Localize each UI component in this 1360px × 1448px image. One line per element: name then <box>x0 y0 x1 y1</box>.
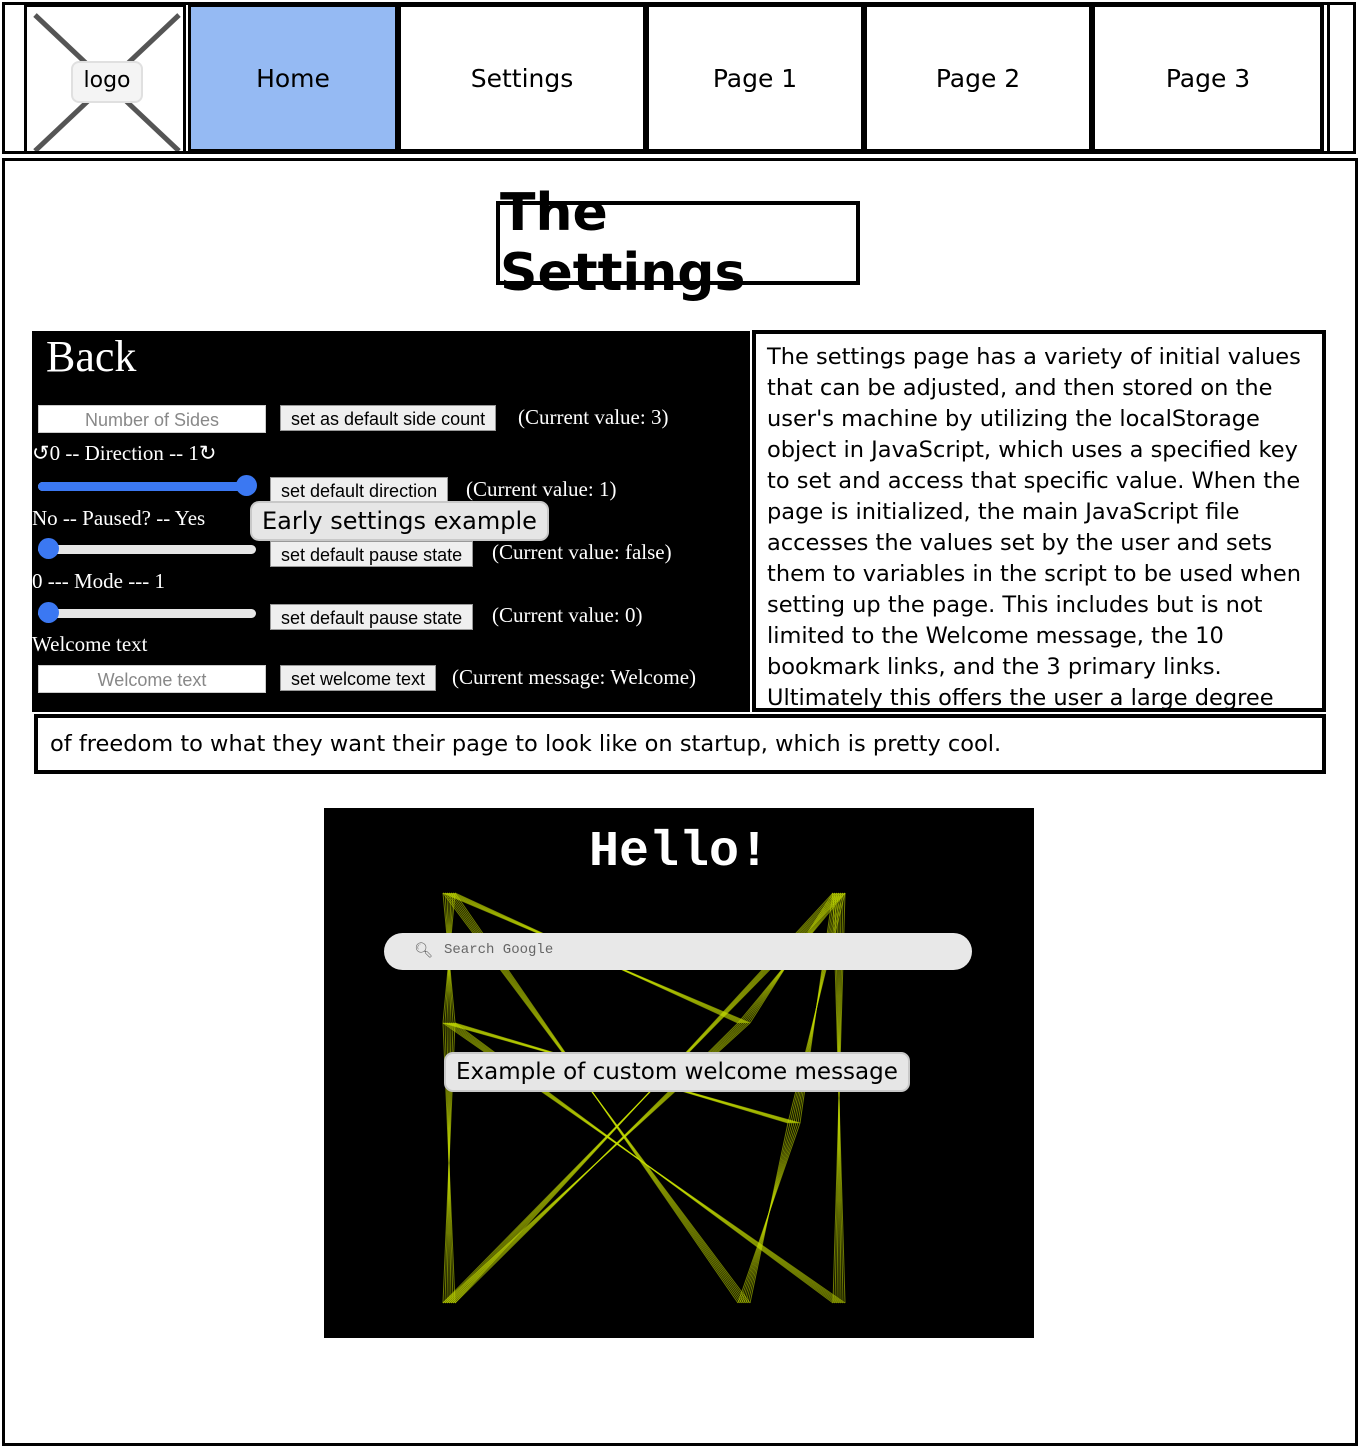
slider-thumb[interactable] <box>38 602 59 623</box>
search-placeholder: Search Google <box>444 942 554 958</box>
search-icon: 🔍︎ <box>414 941 434 959</box>
welcome-input[interactable]: Welcome text <box>38 665 266 693</box>
sides-input[interactable]: Number of Sides <box>38 405 266 433</box>
nav-settings[interactable]: Settings <box>398 4 646 152</box>
welcome-current: (Current message: Welcome) <box>452 665 697 689</box>
page-title: The Settings <box>496 183 860 303</box>
nav-page-3[interactable]: Page 3 <box>1092 4 1324 152</box>
search-bar[interactable]: 🔍︎ Search Google <box>384 933 972 970</box>
back-link[interactable]: Back <box>46 331 136 382</box>
settings-screenshot: Back Number of Sides set as default side… <box>32 331 750 712</box>
mode-label: 0 --- Mode --- 1 <box>32 569 165 593</box>
set-pause-button[interactable]: set default pause state <box>270 541 474 567</box>
description-text-continued: of freedom to what they want their page … <box>34 714 1326 774</box>
nav-edge <box>1320 4 1330 152</box>
mode-slider[interactable] <box>38 602 256 624</box>
welcome-screenshot: Hello! 🔍︎ Search Google Example of custo… <box>324 808 1034 1338</box>
nav-home[interactable]: Home <box>188 4 398 152</box>
logo[interactable]: logo <box>24 4 186 154</box>
settings-caption: Early settings example <box>250 501 549 541</box>
slider-thumb[interactable] <box>38 538 59 559</box>
set-sides-button[interactable]: set as default side count <box>280 405 497 431</box>
paused-current: (Current value: false) <box>492 540 672 564</box>
direction-current: (Current value: 1) <box>466 477 617 501</box>
direction-slider[interactable] <box>38 475 257 497</box>
description-text: The settings page has a variety of initi… <box>752 330 1326 712</box>
slider-thumb[interactable] <box>236 475 257 496</box>
paused-label: No -- Paused? -- Yes <box>32 506 206 530</box>
mode-current: (Current value: 0) <box>492 603 643 627</box>
sides-current: (Current value: 3) <box>518 405 669 429</box>
paused-slider[interactable] <box>38 538 256 560</box>
set-mode-button[interactable]: set default pause state <box>270 604 474 630</box>
hello-heading: Hello! <box>588 824 770 881</box>
set-direction-button[interactable]: set default direction <box>270 477 449 503</box>
nav-page-1[interactable]: Page 1 <box>646 4 864 152</box>
logo-label: logo <box>71 61 143 103</box>
set-welcome-button[interactable]: set welcome text <box>280 665 437 691</box>
nav-page-2[interactable]: Page 2 <box>864 4 1092 152</box>
welcome-label: Welcome text <box>32 632 148 656</box>
welcome-caption: Example of custom welcome message <box>444 1052 910 1092</box>
direction-label: ↺0 -- Direction -- 1↻ <box>32 441 217 465</box>
